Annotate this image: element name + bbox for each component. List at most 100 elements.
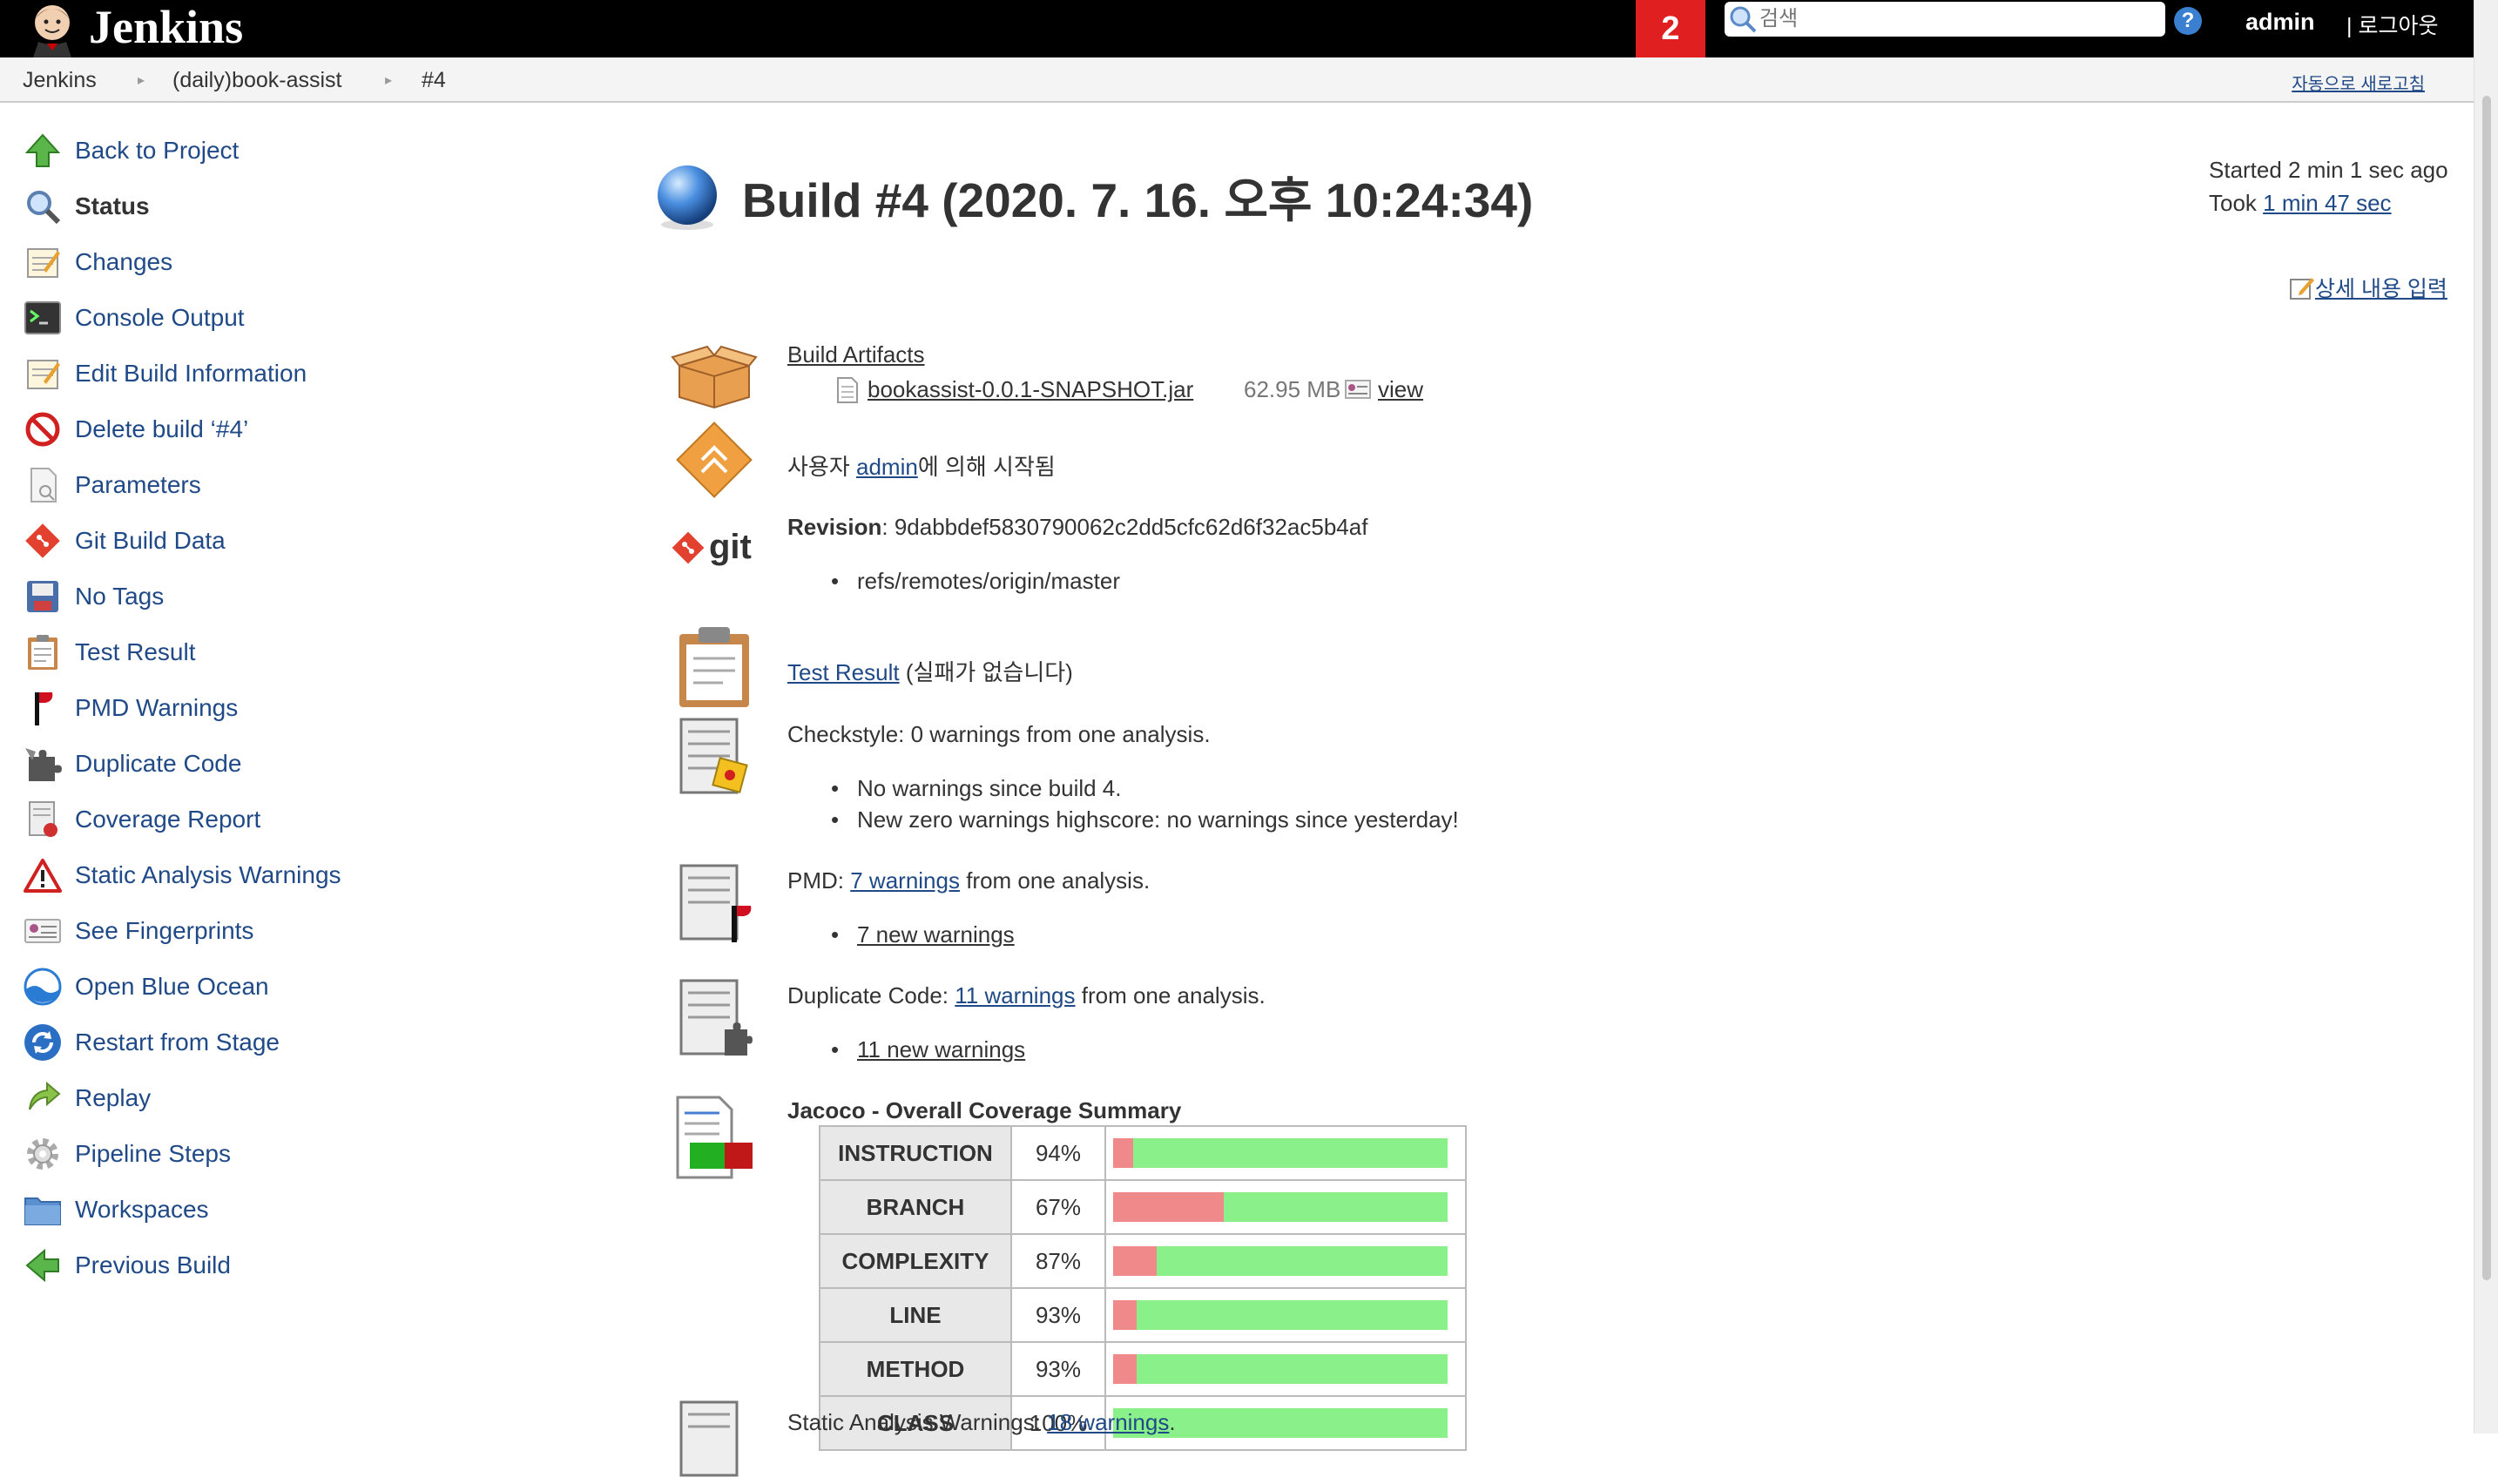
build-title: Build #4 (2020. 7. 16. 오후 10:24:34) xyxy=(652,160,1533,232)
coverage-percent: 87% xyxy=(1010,1233,1106,1289)
checkstyle-bullet: No warnings since build 4. xyxy=(831,775,1121,802)
scrollbar-thumb[interactable] xyxy=(2482,96,2491,1280)
sidebar-item-status[interactable]: Status xyxy=(21,185,150,228)
logout-link[interactable]: | 로그아웃 xyxy=(2346,9,2438,40)
took-duration-link[interactable]: 1 min 47 sec xyxy=(2263,190,2391,216)
coverage-row: BRANCH 67% xyxy=(819,1179,1467,1235)
coverage-percent: 93% xyxy=(1010,1341,1106,1397)
coverage-bar xyxy=(1113,1354,1448,1384)
duplicate-suffix: from one analysis. xyxy=(1075,982,1266,1008)
sidebar-item-duplicate-code[interactable]: Duplicate Code xyxy=(21,742,241,786)
coverage-percent: 93% xyxy=(1010,1287,1106,1343)
coverage-metric-name: METHOD xyxy=(819,1341,1012,1397)
edit-description[interactable]: 상세 내용 입력 xyxy=(2289,272,2447,303)
sidebar-item-label: Open Blue Ocean xyxy=(75,973,269,1000)
coverage-metric-name: INSTRUCTION xyxy=(819,1125,1012,1181)
duplicate-summary: Duplicate Code: 11 warnings from one ana… xyxy=(787,982,1266,1009)
took-label: Took xyxy=(2209,190,2264,216)
sidebar-item-static-analysis-warnings[interactable]: Static Analysis Warnings xyxy=(21,853,341,897)
coverage-bar-missed xyxy=(1113,1354,1137,1384)
coverage-bar-covered xyxy=(1133,1138,1448,1168)
breadcrumb-jenkins[interactable]: Jenkins xyxy=(23,68,97,93)
sidebar-item-edit-build-information[interactable]: Edit Build Information xyxy=(21,352,307,395)
cause-user-link[interactable]: admin xyxy=(856,454,918,480)
coverage-metric-name: BRANCH xyxy=(819,1179,1012,1235)
build-artifacts-link[interactable]: Build Artifacts xyxy=(787,341,925,368)
artifact-file-link[interactable]: bookassist-0.0.1-SNAPSHOT.jar xyxy=(868,376,1193,403)
jacoco-coverage-icon xyxy=(676,1096,753,1179)
sidebar-item-previous-build[interactable]: Previous Build xyxy=(21,1244,231,1287)
static-analysis-icon xyxy=(679,1400,739,1477)
git-revision: Revision: 9dabbdef5830790062c2dd5cfc62d6… xyxy=(787,514,1367,541)
static-analysis-warnings-link[interactable]: 18 warnings xyxy=(1047,1409,1169,1435)
user-link[interactable]: admin xyxy=(2245,9,2315,36)
sidebar-item-coverage-report[interactable]: Coverage Report xyxy=(21,798,260,841)
artifact-view-link[interactable]: view xyxy=(1378,376,1423,403)
duplicate-code-icon xyxy=(679,979,753,1056)
sidebar-item-open-blue-ocean[interactable]: Open Blue Ocean xyxy=(21,965,269,1008)
fingerprint-card-icon[interactable] xyxy=(1345,380,1371,399)
duplicate-new-warnings-link[interactable]: 11 new warnings xyxy=(831,1036,1025,1063)
sidebar-item-git-build-data[interactable]: Git Build Data xyxy=(21,519,226,563)
jenkins-logo[interactable]: Jenkins xyxy=(24,0,243,57)
sidebar-item-test-result[interactable]: Test Result xyxy=(21,631,196,674)
coverage-bar-cell xyxy=(1104,1341,1467,1397)
file-icon xyxy=(837,377,858,403)
folder-icon xyxy=(21,1188,64,1231)
build-times: Started 2 min 1 sec ago Took 1 min 47 se… xyxy=(2209,153,2448,219)
clipboard-icon xyxy=(679,627,749,707)
sidebar-item-parameters[interactable]: Parameters xyxy=(21,463,201,507)
sidebar-item-label: Duplicate Code xyxy=(75,750,242,777)
pmd-flag-icon xyxy=(21,686,64,730)
top-header: Jenkins 2 ? admin | 로그아웃 xyxy=(0,0,2474,57)
sidebar-item-see-fingerprints[interactable]: See Fingerprints xyxy=(21,909,253,953)
coverage-bar-covered xyxy=(1223,1192,1448,1222)
help-icon[interactable]: ? xyxy=(2174,7,2202,35)
duplicate-warnings-link[interactable]: 11 warnings xyxy=(955,982,1075,1008)
coverage-metric-name: LINE xyxy=(819,1287,1012,1343)
sidebar-item-pmd-warnings[interactable]: PMD Warnings xyxy=(21,686,238,730)
search-input[interactable] xyxy=(1758,6,2144,32)
git-icon xyxy=(672,531,705,563)
git-ref: refs/remotes/origin/master xyxy=(831,568,1120,595)
notepad-icon xyxy=(21,352,64,395)
search-box[interactable] xyxy=(1725,2,2165,37)
sidebar-item-back-to-project[interactable]: Back to Project xyxy=(21,129,239,172)
sidebar-item-label: Pipeline Steps xyxy=(75,1140,232,1167)
breadcrumb-build[interactable]: #4 xyxy=(422,68,446,93)
auto-refresh-link[interactable]: 자동으로 새로고침 xyxy=(2292,70,2425,95)
revision-hash: : 9dabbdef5830790062c2dd5cfc62d6f32ac5b4… xyxy=(881,514,1368,540)
notification-badge[interactable]: 2 xyxy=(1636,0,1705,57)
vertical-scrollbar[interactable] xyxy=(2474,0,2498,1433)
pmd-warnings-link[interactable]: 7 warnings xyxy=(850,867,960,894)
sidebar-item-workspaces[interactable]: Workspaces xyxy=(21,1188,209,1231)
coverage-row: METHOD 93% xyxy=(819,1341,1467,1397)
blue-ball-status-icon xyxy=(658,165,717,230)
sidebar-item-changes[interactable]: Changes xyxy=(21,240,172,284)
coverage-bar-missed xyxy=(1113,1300,1137,1330)
sidebar-item-label: Parameters xyxy=(75,471,201,498)
sidebar-item-replay[interactable]: Replay xyxy=(21,1076,151,1120)
checkstyle-icon xyxy=(679,718,748,794)
static-analysis-prefix: Static Analysis Warnings: xyxy=(787,1409,1048,1435)
sidebar-item-console-output[interactable]: Console Output xyxy=(21,296,245,340)
jenkins-butler-icon xyxy=(33,5,71,57)
sidebar-item-restart-from-stage[interactable]: Restart from Stage xyxy=(21,1021,280,1064)
coverage-summary-table: INSTRUCTION 94% BRANCH 67% COMPLEXITY 87% LINE… xyxy=(819,1125,1467,1451)
notepad-icon xyxy=(21,240,64,284)
pmd-suffix: from one analysis. xyxy=(959,867,1151,894)
pmd-new-warnings-link[interactable]: 7 new warnings xyxy=(831,921,1015,948)
sidebar-item-pipeline-steps[interactable]: Pipeline Steps xyxy=(21,1132,231,1176)
test-result-link[interactable]: Test Result xyxy=(787,659,900,685)
sidebar-item-label: Replay xyxy=(75,1084,152,1111)
sidebar-item-label: Git Build Data xyxy=(75,527,226,554)
breadcrumb-project[interactable]: (daily)book-assist xyxy=(172,68,342,93)
coverage-bar xyxy=(1113,1138,1448,1168)
edit-description-link[interactable]: 상세 내용 입력 xyxy=(2315,272,2447,303)
sidebar-item-delete-build[interactable]: Delete build ‘#4’ xyxy=(21,408,248,451)
coverage-percent: 94% xyxy=(1010,1125,1106,1181)
blue-ocean-icon xyxy=(21,965,64,1008)
breadcrumb: Jenkins ▸ (daily)book-assist ▸ #4 자동으로 새… xyxy=(0,57,2474,103)
sidebar-item-label: Back to Project xyxy=(75,137,240,164)
sidebar-item-no-tags[interactable]: No Tags xyxy=(21,575,164,618)
